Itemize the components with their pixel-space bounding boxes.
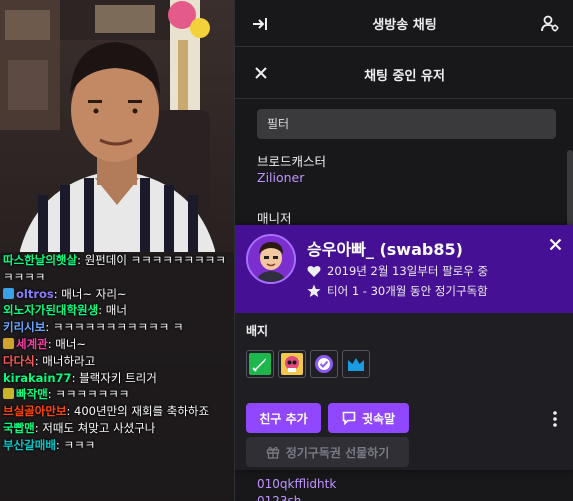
overlay-chat-text: 매너하라고 <box>42 353 96 368</box>
chat-badge-icon <box>3 287 14 299</box>
overlay-chat-username: 브실골아만보 <box>3 404 67 419</box>
overlay-chat-text: 매너~ <box>55 336 87 351</box>
chatter-list-item[interactable]: 0123sh <box>257 494 301 501</box>
overlay-chat-message: 빠작맨: ㅋㅋㅋㅋㅋㅋㅋ <box>3 386 234 403</box>
gift-sub-label: 정기구독권 선물하기 <box>285 445 390 460</box>
overlay-chat-username: 다다식 <box>3 353 35 368</box>
badges-title: 배지 <box>246 324 269 338</box>
overlay-chat-text: 블랙자키 트리거 <box>79 370 157 385</box>
star-icon <box>307 284 321 297</box>
user-card-header: 승우아빠_ (swab85) 2019년 2월 13일부터 팔로우 중 티어 1… <box>235 225 573 313</box>
overlay-chat-text: 400년만의 재회를 축하하죠 <box>74 404 210 419</box>
overlay-chat-username: 키리시보 <box>3 320 46 335</box>
overlay-chat-text: ㅋㅋㅋㅋㅋㅋㅋㅋㅋㅋㅋ ㅋ <box>52 320 184 335</box>
chat-separator: : <box>71 370 80 385</box>
whisper-label: 귓속말 <box>361 411 396 426</box>
subscription-info: 티어 1 - 30개월 동안 정기구독함 <box>307 283 488 299</box>
follow-text: 2019년 2월 13일부터 팔로우 중 <box>327 264 489 278</box>
user-card-name: 승우아빠_ (swab85) <box>307 240 463 259</box>
overlay-chat-username: 세계관 <box>16 336 48 351</box>
chatters-title: 채팅 중인 유저 <box>364 69 445 84</box>
overlay-chat-message: 부산갈매배: ㅋㅋㅋ <box>3 437 234 454</box>
add-friend-button[interactable]: 친구 추가 <box>246 403 321 433</box>
overlay-chat-username: 부산갈매배 <box>3 437 56 452</box>
follow-info: 2019년 2월 13일부터 팔로우 중 <box>307 263 488 279</box>
overlay-chat-message: 다다식: 매너하라고 <box>3 353 234 370</box>
overlay-chat-username: 외노자가된대학원생 <box>3 303 99 318</box>
users-in-chat-icon[interactable] <box>539 13 561 35</box>
overlay-chat-text: 매너 <box>105 303 127 318</box>
overlay-chat-username: 국빱맨 <box>3 420 35 435</box>
overlay-chat-text: 매너~ 자리~ <box>61 286 127 301</box>
blue-crown-badge-icon[interactable] <box>342 350 370 378</box>
chat-separator: : <box>45 320 53 335</box>
chat-badge-icon <box>3 388 14 400</box>
overlay-chat-username: kirakain77 <box>3 370 72 385</box>
heart-icon <box>307 265 321 277</box>
chat-separator: : <box>77 253 85 267</box>
overlay-chat-message: 키리시보: ㅋㅋㅋㅋㅋㅋㅋㅋㅋㅋㅋ ㅋ <box>3 319 234 336</box>
overlay-chat-message: 외노자가된대학원생: 매너 <box>3 302 234 319</box>
filter-input[interactable] <box>257 109 556 139</box>
overlay-chat-username: 빠작맨 <box>16 387 48 402</box>
gift-sub-button[interactable]: 정기구독권 선물하기 <box>246 437 409 467</box>
purple-check-badge-icon[interactable] <box>310 350 338 378</box>
whisper-button[interactable]: 귓속말 <box>328 403 409 433</box>
chat-separator: : <box>66 404 75 419</box>
overlay-chat-username: 따스한날의햇살 <box>3 253 78 267</box>
overlay-chat-text: ㅋㅋㅋㅋㅋㅋㅋ <box>55 387 130 402</box>
chat-separator: : <box>98 303 106 318</box>
skull-badge-icon[interactable] <box>278 350 306 378</box>
overlay-chat-text: ㅋㅋㅋ <box>63 437 96 452</box>
whisper-icon <box>342 411 356 425</box>
chat-header: 생방송 채팅 <box>235 0 573 47</box>
chatters-header: 채팅 중인 유저 <box>235 48 573 99</box>
green-sword-badge-icon[interactable] <box>246 350 274 378</box>
overlay-chat-message: 세계관: 매너~ <box>3 336 234 353</box>
user-card: 승우아빠_ (swab85) 2019년 2월 13일부터 팔로우 중 티어 1… <box>235 225 573 470</box>
avatar[interactable] <box>246 234 296 284</box>
overlay-chat-message: 따스한날의햇살: 원펀데이 ㅋㅋㅋㅋㅋㅋㅋㅋㅋㅋㅋㅋㅋ <box>3 252 234 286</box>
overlay-chat-text: 저때도 쳐맞고 사셨구나 <box>42 420 156 435</box>
more-options-icon[interactable] <box>550 409 560 429</box>
overlay-chat-message: oltros: 매너~ 자리~ <box>3 286 234 303</box>
broadcaster-user-link[interactable]: Zilioner <box>257 170 304 185</box>
chat-overlay: 따스한날의햇살: 원펀데이 ㅋㅋㅋㅋㅋㅋㅋㅋㅋㅋㅋㅋㅋ oltros: 매너~ 자… <box>0 252 234 454</box>
gift-icon <box>266 446 279 459</box>
overlay-chat-message: 국빱맨: 저때도 쳐맞고 사셨구나 <box>3 420 234 437</box>
close-card-icon[interactable] <box>546 235 564 253</box>
stream-video: 따스한날의햇살: 원펀데이 ㅋㅋㅋㅋㅋㅋㅋㅋㅋㅋㅋㅋㅋ oltros: 매너~ 자… <box>0 0 234 501</box>
chat-header-title: 생방송 채팅 <box>372 18 437 33</box>
chatter-list-item[interactable]: 010qkfflidhtk <box>257 477 336 491</box>
overlay-chat-message: kirakain77: 블랙자키 트리거 <box>3 370 234 387</box>
scrollbar[interactable] <box>567 150 573 230</box>
subscription-text: 티어 1 - 30개월 동안 정기구독함 <box>327 284 488 298</box>
overlay-chat-message: 브실골아만보: 400년만의 재회를 축하하죠 <box>3 403 234 420</box>
chat-panel: 생방송 채팅 채팅 중인 유저 브로드캐스터 Zilioner 매니저 <box>234 0 573 501</box>
overlay-chat-username: oltros <box>16 286 54 301</box>
chat-badge-icon <box>3 337 14 349</box>
broadcaster-section-label: 브로드캐스터 <box>257 154 327 169</box>
